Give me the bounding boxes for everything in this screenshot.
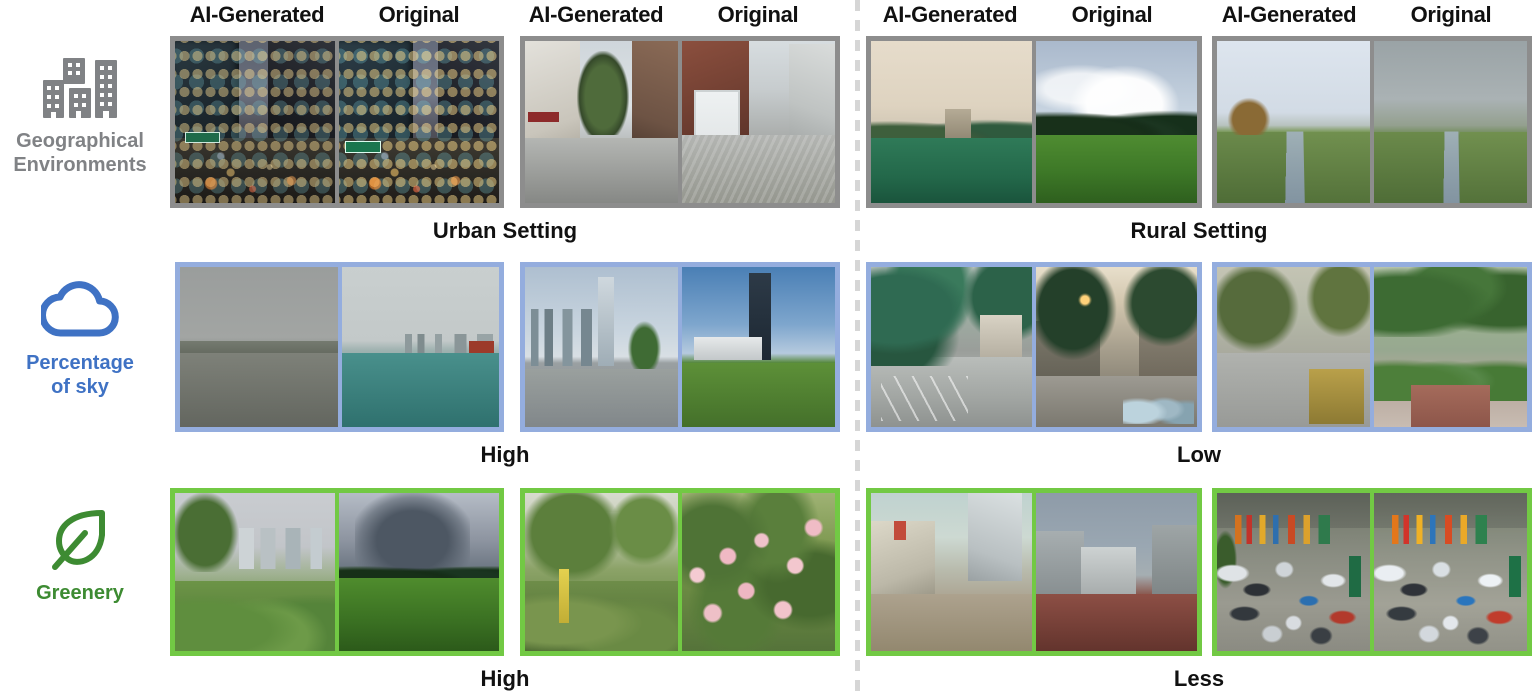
thumbnail-original-red-track-street[interactable] (1036, 493, 1197, 651)
thumbnail-original-park-tower[interactable] (682, 267, 835, 427)
row-label-text-greenery: Greenery (0, 582, 160, 606)
row-label-line2: Environments (13, 153, 147, 176)
buildings-icon (0, 50, 160, 126)
thumbnail-original-park-path[interactable] (1374, 267, 1527, 427)
pair-sky-low-2[interactable] (1212, 262, 1532, 432)
thumbnail-original-evening-alley[interactable] (1036, 267, 1197, 427)
thumbnail-ai-city-skyline[interactable] (525, 267, 678, 427)
row-label-percentage-of-sky: Percentage of sky (0, 272, 160, 399)
row-label-line2: of sky (51, 375, 109, 398)
thumbnail-ai-hazy-river[interactable] (180, 267, 338, 427)
pair-urban-1[interactable] (170, 36, 504, 208)
thumbnail-ai-rural-meadow[interactable] (871, 41, 1032, 203)
pair-urban-2[interactable] (520, 36, 840, 208)
thumbnail-ai-concrete-street[interactable] (871, 493, 1032, 651)
pair-rural-1[interactable] (866, 36, 1202, 208)
caption-sky-low: Low (1177, 442, 1221, 467)
caption-urban-setting: Urban Setting (432, 218, 578, 243)
caption-rural-setting: Rural Setting (1130, 218, 1268, 243)
column-header-ai-generated-1: AI-Generated (189, 2, 325, 27)
thumbnail-ai-urban-night[interactable] (175, 41, 335, 203)
row-label-text-sky: Percentage of sky (0, 352, 160, 399)
thumbnail-ai-boulevard[interactable] (1217, 267, 1370, 427)
column-header-row: AI-Generated Original AI-Generated Origi… (0, 0, 1536, 34)
thumbnail-original-storm-meadow[interactable] (339, 493, 499, 651)
row-label-greenery: Greenery (0, 502, 160, 606)
pair-green-high-2[interactable] (520, 488, 840, 656)
thumbnail-original-congested-traffic[interactable] (1374, 493, 1527, 651)
thumbnail-original-rural-meadow[interactable] (1036, 41, 1197, 203)
thumbnail-ai-lush-garden[interactable] (525, 493, 678, 651)
thumbnail-ai-canal-ditch[interactable] (1217, 41, 1370, 203)
column-header-ai-generated-3: AI-Generated (882, 2, 1018, 27)
caption-sky-high: High (480, 442, 530, 467)
thumbnail-ai-riverside-greenery[interactable] (175, 493, 335, 651)
pair-green-less-2[interactable] (1212, 488, 1532, 656)
row-percentage-of-sky: Percentage of sky High Low (0, 262, 1536, 468)
pair-sky-high-1[interactable] (175, 262, 504, 432)
row-label-line1: Geographical (16, 130, 144, 152)
cloud-icon (0, 272, 160, 348)
pair-green-less-1[interactable] (866, 488, 1202, 656)
row-label-line1: Percentage (26, 352, 134, 374)
thumbnail-ai-tree-lined-street[interactable] (871, 267, 1032, 427)
thumbnail-original-canal-ditch[interactable] (1374, 41, 1527, 203)
thumbnail-original-urban-night[interactable] (339, 41, 499, 203)
leaf-icon (0, 502, 160, 578)
column-header-original-1: Original (378, 2, 460, 27)
thumbnail-original-harbour[interactable] (342, 267, 499, 427)
column-header-original-3: Original (1071, 2, 1153, 27)
pair-rural-2[interactable] (1212, 36, 1532, 208)
thumbnail-ai-european-street[interactable] (525, 41, 678, 203)
pair-sky-low-1[interactable] (866, 262, 1202, 432)
column-header-ai-generated-2: AI-Generated (528, 2, 664, 27)
row-geographical-environments: Geographical Environments Urban Setting … (0, 36, 1536, 246)
thumbnail-ai-congested-traffic[interactable] (1217, 493, 1370, 651)
column-header-original-4: Original (1410, 2, 1492, 27)
caption-greenery-high: High (480, 666, 530, 691)
column-header-ai-generated-4: AI-Generated (1221, 2, 1357, 27)
row-label-text-geographical: Geographical Environments (0, 130, 160, 177)
column-header-original-2: Original (717, 2, 799, 27)
row-greenery: Greenery High Less (0, 488, 1536, 693)
row-label-line1: Greenery (36, 582, 124, 604)
row-label-geographical-environments: Geographical Environments (0, 50, 160, 177)
thumbnail-original-london-mews[interactable] (682, 41, 835, 203)
thumbnail-original-rose-bushes[interactable] (682, 493, 835, 651)
caption-greenery-less: Less (1173, 666, 1225, 691)
pair-green-high-1[interactable] (170, 488, 504, 656)
pair-sky-high-2[interactable] (520, 262, 840, 432)
